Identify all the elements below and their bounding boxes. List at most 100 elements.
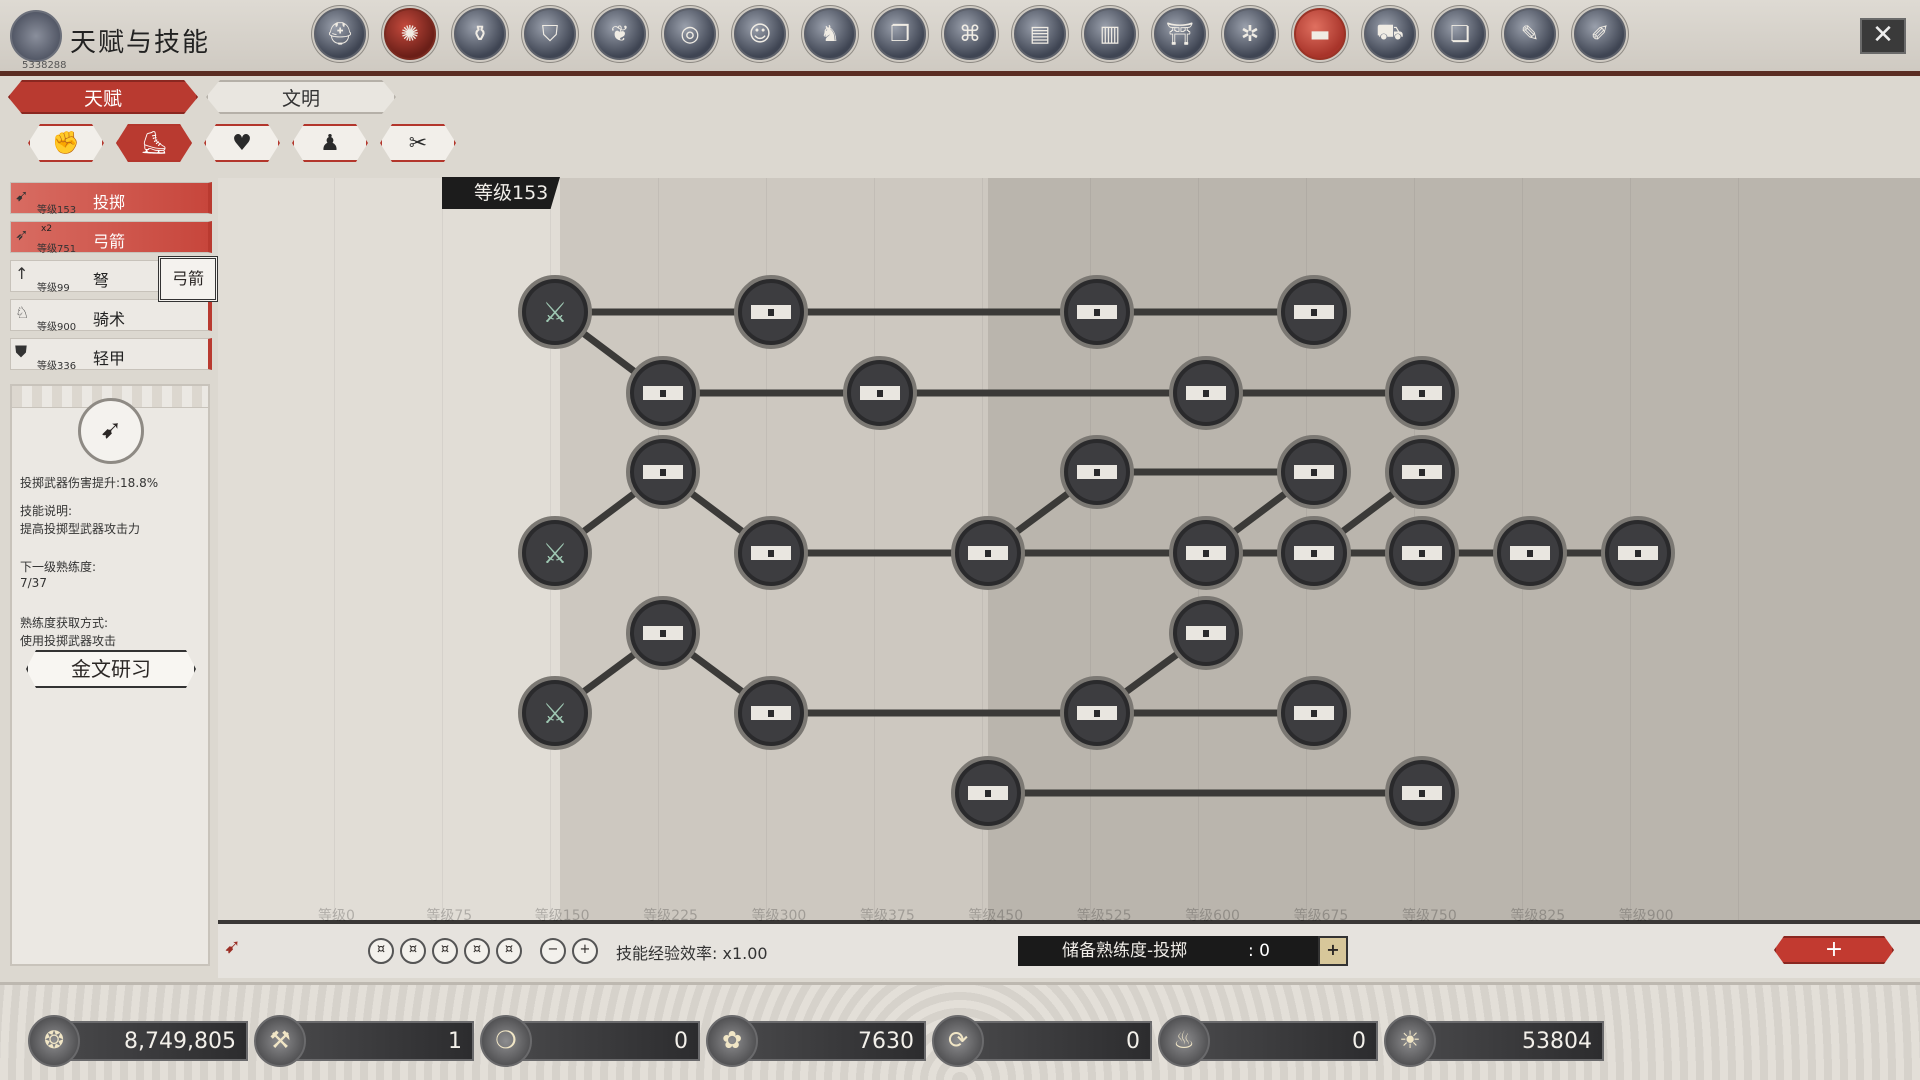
talent-node[interactable] — [1169, 516, 1243, 590]
talent-node[interactable] — [1385, 756, 1459, 830]
brush-icon[interactable]: ✐ — [1574, 8, 1626, 60]
quill-icon[interactable]: ✎ — [1504, 8, 1556, 60]
tree-root-node[interactable]: ⚔ — [518, 516, 592, 590]
source-title: 熟练度获取方式: — [20, 616, 109, 630]
skill-multiplier: x2 — [41, 224, 53, 234]
top-bar: 5338288 天赋与技能 ⛑ ✺ ⚱ ⛉ ❦ ◎ ☺ ♞ ❐ ⌘ ▤ ▥ ⛩ ✲ ▬ ⛟ ❏ ✎ ✐ ✕ — [0, 0, 1920, 76]
talent-node[interactable] — [734, 676, 808, 750]
talent-node[interactable] — [1060, 676, 1134, 750]
talent-node[interactable] — [1169, 356, 1243, 430]
tools-icon[interactable]: ✂ — [380, 124, 456, 162]
talent-node[interactable] — [1060, 275, 1134, 349]
talent-node[interactable] — [951, 516, 1025, 590]
axis-level-label: 等级900 — [1618, 908, 1674, 924]
tab-talent[interactable]: 天赋 — [8, 80, 198, 114]
talent-node[interactable] — [1277, 676, 1351, 750]
skill-name: 骑术 — [93, 310, 126, 329]
boot-icon[interactable]: ⛸ — [116, 124, 192, 162]
next-level-title: 下一级熟练度: — [20, 560, 97, 574]
talent-node[interactable] — [843, 356, 917, 430]
axis-level-label: 等级750 — [1402, 908, 1457, 924]
talent-node[interactable] — [1277, 275, 1351, 349]
leaf-icon[interactable]: ❦ — [594, 8, 646, 60]
temple-icon[interactable]: ⛩ — [1154, 8, 1206, 60]
cart-icon[interactable]: ⛟ — [1364, 8, 1416, 60]
currency-slot: ⟳ 0 — [932, 1015, 1152, 1067]
talent-node[interactable] — [1169, 596, 1243, 670]
cycle-icon: ⟳ — [932, 1015, 984, 1067]
tree-root-node[interactable]: ⚔ — [518, 676, 592, 750]
skill-item[interactable]: ➹ 等级153 投掷 — [10, 182, 212, 216]
person-icon[interactable]: ♟ — [292, 124, 368, 162]
skill-desc: 提高投掷型武器攻击力 — [20, 522, 141, 536]
reserve-value: : 0 — [1248, 941, 1270, 961]
axis-level-label: 等级825 — [1510, 908, 1566, 924]
helmet-icon[interactable]: ⛑ — [314, 8, 366, 60]
rank-chart-icon[interactable]: ▥ — [1084, 8, 1136, 60]
talent-node[interactable] — [1385, 435, 1459, 509]
talent-node[interactable] — [1385, 516, 1459, 590]
currency-slot: ✿ 7630 — [706, 1015, 926, 1067]
axis-level-label: 等级0 — [318, 908, 355, 924]
basket-icon: ♨ — [1158, 1015, 1210, 1067]
talent-node[interactable] — [951, 756, 1025, 830]
study-button[interactable]: 金文研习 — [26, 650, 196, 688]
heart-icon[interactable]: ♥ — [204, 124, 280, 162]
skill-bonus: 投掷武器伤害提升:18.8% — [20, 476, 159, 490]
wheel-icon[interactable]: ✲ — [1224, 8, 1276, 60]
archive-icon[interactable]: ❏ — [1434, 8, 1486, 60]
menu-emblem-icon[interactable] — [10, 10, 62, 62]
talent-node[interactable] — [734, 275, 808, 349]
token-icon: ¤ — [368, 938, 394, 964]
map-icon[interactable]: ⌘ — [944, 8, 996, 60]
skill-info-panel: ➹ 投掷武器伤害提升:18.8% 技能说明: 提高投掷型武器攻击力 下一级熟练度… — [10, 384, 210, 966]
main-tabs: 天赋 文明 — [8, 80, 396, 114]
talent-node[interactable] — [1277, 516, 1351, 590]
skill-icon: ♘ — [15, 303, 30, 322]
skill-name: 投掷 — [93, 193, 126, 212]
skill-item[interactable]: ♘ 等级900 骑术 — [10, 299, 212, 333]
skill-icon: ➹ — [15, 186, 29, 205]
fist-icon[interactable]: ✊ — [28, 124, 104, 162]
talent-tree: ⚔ ⚔ ⚔ — [518, 275, 1675, 830]
currency-value: 7630 — [858, 1029, 914, 1054]
spiral-icon[interactable]: ◎ — [664, 8, 716, 60]
talent-node[interactable] — [1060, 435, 1134, 509]
talent-node[interactable] — [1385, 356, 1459, 430]
currency-slot: ❍ 0 — [480, 1015, 700, 1067]
talent-node[interactable] — [626, 596, 700, 670]
ring-icon: ❍ — [480, 1015, 532, 1067]
talent-web-icon[interactable]: ✺ — [384, 8, 436, 60]
skill-level: 等级99 — [37, 283, 70, 294]
add-button[interactable]: + — [1774, 936, 1894, 964]
pot-icon[interactable]: ⚱ — [454, 8, 506, 60]
scroll-icon[interactable]: ▤ — [1014, 8, 1066, 60]
talent-node[interactable] — [626, 435, 700, 509]
talent-node[interactable] — [1493, 516, 1567, 590]
reserve-add-button[interactable]: + — [1318, 936, 1348, 966]
skill-name: 轻甲 — [93, 349, 126, 368]
talent-node[interactable] — [1277, 435, 1351, 509]
talent-node[interactable] — [626, 356, 700, 430]
axis-level-label: 等级525 — [1076, 908, 1132, 924]
tree-root-node[interactable]: ⚔ — [518, 275, 592, 349]
reserve-label: 储备熟练度-投掷 — [1018, 936, 1318, 966]
minus-icon[interactable]: − — [540, 938, 566, 964]
skill-item[interactable]: ➶ 等级751 弓箭 x2 — [10, 221, 212, 255]
skill-level: 等级153 — [37, 205, 77, 216]
close-button[interactable]: ✕ — [1860, 18, 1906, 54]
face-icon[interactable]: ☺ — [734, 8, 786, 60]
shield-icon[interactable]: ⛉ — [524, 8, 576, 60]
skill-item[interactable]: ⛊ 等级336 轻甲 — [10, 338, 212, 372]
root-weapon-icon: ⚔ — [542, 537, 567, 570]
plus-icon[interactable]: + — [572, 938, 598, 964]
source-desc: 使用投掷武器攻击 — [20, 634, 117, 648]
current-level-badge: 等级153 — [442, 177, 560, 209]
coin-pouch-icon: ❂ — [28, 1015, 80, 1067]
book-icon[interactable]: ❐ — [874, 8, 926, 60]
talent-node[interactable] — [734, 516, 808, 590]
tab-civilization[interactable]: 文明 — [206, 80, 396, 114]
codex-icon[interactable]: ▬ — [1294, 8, 1346, 60]
dragon-icon[interactable]: ♞ — [804, 8, 856, 60]
talent-node[interactable] — [1601, 516, 1675, 590]
